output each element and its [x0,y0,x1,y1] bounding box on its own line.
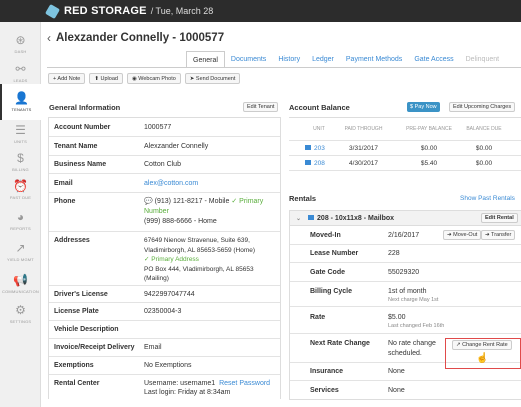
logo-icon [44,3,61,19]
row-vehicle-description: Vehicle Description [49,321,280,339]
leads-icon: ⚯ [15,62,26,76]
tenants-icon: 👤 [14,91,29,105]
sidebar: ⊛ DASH ⚯ LEADS 👤 TENANTS ☰ UNITS $ BILLING ⏰ P… [0,22,41,407]
brand-name: RED STORAGE [64,5,147,17]
rental-card: ⌄ 208 - 10x11x8 - Mailbox Edit Rental Mo… [289,210,521,400]
tab-history[interactable]: History [272,51,306,68]
tab-gate-access[interactable]: Gate Access [408,51,459,68]
billing-icon: $ [17,151,24,165]
table-row: 203 3/31/2017 $0.00 $0.00 [289,141,521,156]
tab-documents[interactable]: Documents [225,51,272,68]
move-out-button[interactable]: ➜ Move-Out [443,230,482,240]
row-license-plate: License Plate 02350004-3 [49,303,280,321]
transfer-button[interactable]: ➜ Transfer [481,230,516,240]
hand-cursor-icon: ☝ [476,353,489,364]
chevron-left-icon[interactable]: ‹ [47,31,51,45]
upload-button[interactable]: ⬆ Upload [89,73,123,84]
row-gate-code: Gate Code 55029320 [290,263,521,282]
webcam-photo-button[interactable]: ◉ Webcam Photo [126,73,181,84]
row-invoice-delivery: Invoice/Receipt Delivery Email [49,339,280,357]
row-addresses: Addresses 67649 Nienow Stravenue, Suite … [49,232,280,286]
general-info-title: General Information [49,103,121,112]
page-title: Alexzander Connelly - 1000577 [56,32,225,44]
row-rate: Rate $5.00 Last changed Feb 16th [290,307,521,334]
row-account-number: Account Number 1000577 [49,118,280,137]
chevron-down-icon: ⌄ [296,215,302,222]
dashboard-icon: ⊛ [15,33,26,47]
rental-header[interactable]: ⌄ 208 - 10x11x8 - Mailbox Edit Rental [290,211,521,226]
send-document-button[interactable]: ➤ Send Document [184,73,241,84]
row-exemptions: Exemptions No Exemptions [49,357,280,375]
row-services: Services None [310,386,405,394]
megaphone-icon: 📢 [13,273,28,287]
add-note-button[interactable]: + Add Note [48,73,86,84]
sidebar-item-settings[interactable]: ⚙ SETTINGS [0,294,41,334]
tab-divider [47,67,521,68]
gear-icon: ⚙ [15,303,26,317]
edit-upcoming-charges-button[interactable]: Edit Upcoming Charges [449,102,516,112]
table-row: 208 4/30/2017 $5.40 $0.00 [289,156,521,171]
unit-icon [305,145,311,151]
unit-icon [308,215,315,221]
table-header: UNIT PAID THROUGH PRE-PAY BALANCE BALANC… [289,118,521,141]
row-billing-cycle: Billing Cycle 1st of month Next charge M… [290,282,521,307]
row-tenant-name: Tenant Name Alexzander Connelly [49,137,280,156]
pie-chart-icon: ◕ [16,210,25,224]
tab-general[interactable]: General [186,51,225,68]
unit-link[interactable]: 203 [314,145,325,152]
rentals-title: Rentals [289,194,317,203]
unit-link[interactable]: 208 [314,160,325,167]
row-lease-number: Lease Number 228 [290,245,521,263]
alarm-clock-icon: ⏰ [13,179,28,193]
edit-rental-button[interactable]: Edit Rental [481,213,518,223]
current-date: / Tue, March 28 [150,6,214,16]
tab-ledger[interactable]: Ledger [306,51,340,68]
reset-password-link[interactable]: Reset Password [219,380,270,387]
edit-tenant-button[interactable]: Edit Tenant [243,102,279,112]
trend-up-icon: ↗ [15,241,26,255]
action-toolbar: + Add Note ⬆ Upload ◉ Webcam Photo ➤ Sen… [48,73,241,84]
row-business-name: Business Name Cotton Club [49,156,280,174]
tab-bar: General Documents History Ledger Payment… [186,51,505,68]
row-email: Email alex@cotton.com [49,174,280,193]
top-bar: RED STORAGE / Tue, March 28 [0,0,521,22]
tab-delinquent: Delinquent [465,56,500,63]
unit-icon [305,160,311,166]
units-icon: ☰ [15,123,26,137]
row-drivers-license: Driver's License 9422997047744 [49,286,280,303]
show-past-rentals-link[interactable]: Show Past Rentals [460,195,515,202]
email-link[interactable]: alex@cotton.com [140,180,280,187]
general-info-table: Account Number 1000577 Tenant Name Alexz… [48,117,281,399]
chat-icon[interactable]: 💬 [144,198,153,205]
pay-now-button[interactable]: $ Pay Now [407,102,440,112]
row-phone: Phone 💬 (913) 121-8217 - Mobile ✓ Primar… [49,193,280,232]
row-rental-center: Rental Center Username: username1 Reset … [54,380,271,396]
account-balance-title: Account Balance [289,103,350,112]
account-balance-table: UNIT PAID THROUGH PRE-PAY BALANCE BALANC… [289,117,521,171]
title-bar: ‹ Alexzander Connelly - 1000577 [47,31,224,45]
tab-payment-methods[interactable]: Payment Methods [340,51,408,68]
row-moved-in: Moved-In 2/16/2017 ➜ Move-Out ➜ Transfer [290,226,521,245]
